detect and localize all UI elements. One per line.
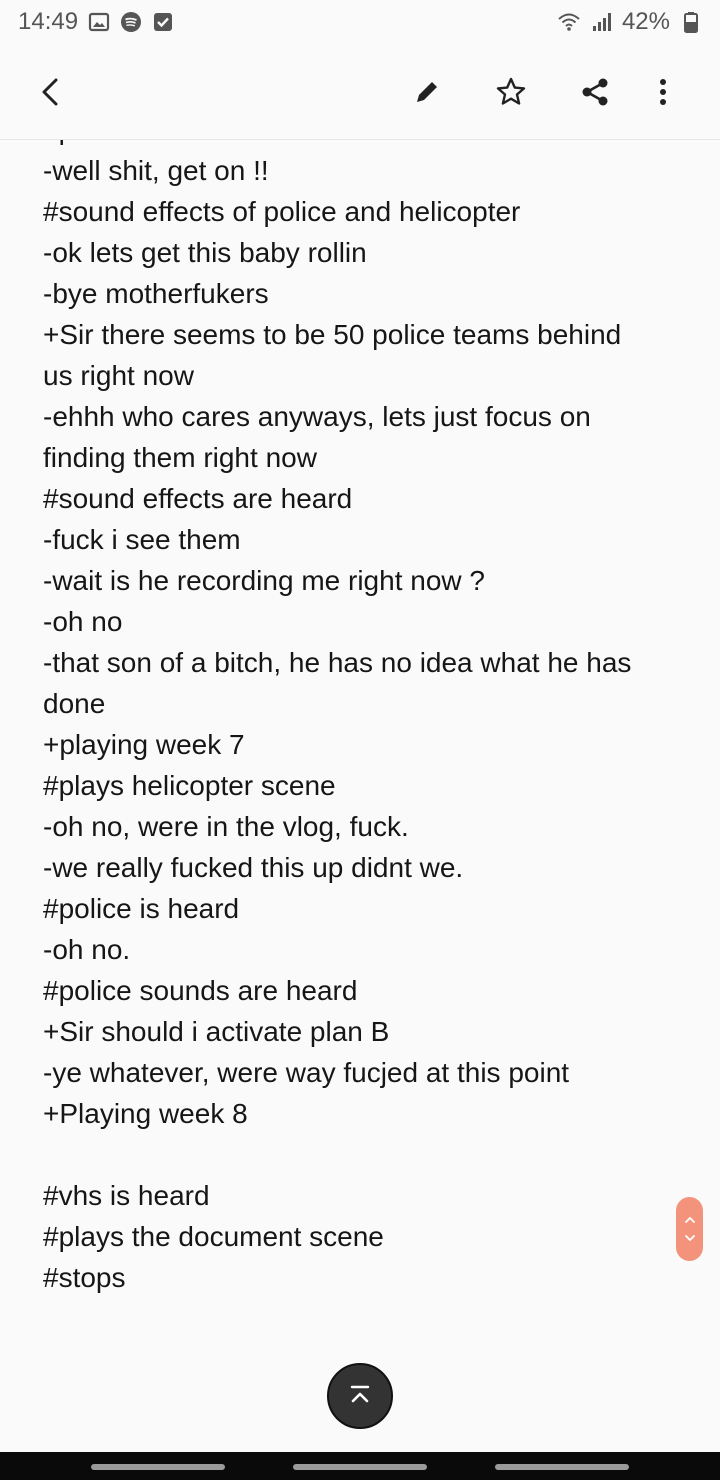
note-line: #police is heard	[43, 893, 240, 924]
note-line: +playing week 7	[43, 729, 245, 760]
chevron-down-icon	[684, 1235, 695, 1242]
spotify-icon	[120, 11, 142, 33]
note-line: -ok lets get this baby rollin	[43, 237, 367, 268]
checkbox-icon	[152, 11, 174, 33]
app-bar	[0, 44, 720, 140]
star-icon	[496, 77, 526, 105]
note-line: +Playing week 8	[43, 1098, 248, 1129]
note-line: -we really fucked this up didnt we.	[43, 852, 464, 883]
nav-home-button[interactable]	[293, 1464, 427, 1470]
fast-scroll-handle[interactable]	[676, 1197, 703, 1261]
scroll-to-top-button[interactable]	[327, 1363, 393, 1429]
note-line: -ye whatever, were way fucjed at this po…	[43, 1057, 570, 1088]
gallery-icon	[88, 11, 110, 33]
note-line: #sound effects are heard	[43, 483, 353, 514]
nav-back-button[interactable]	[495, 1464, 629, 1470]
note-line: #police sounds are heard	[43, 975, 358, 1006]
note-line: #stops	[43, 1262, 126, 1293]
favorite-button[interactable]	[483, 64, 539, 120]
note-line: -ehhh who cares anyways, lets just focus…	[43, 401, 591, 432]
note-line: -well shit, get on !!	[43, 155, 269, 186]
note-line: #plays helicopter scene	[43, 770, 336, 801]
note-line: +Sir should i activate plan B	[43, 1016, 390, 1047]
note-line: #vhs is heard	[43, 1180, 210, 1211]
note-text[interactable]: #police is heard -well shit, get on !! #so…	[43, 140, 683, 1298]
nav-recents-button[interactable]	[91, 1464, 225, 1470]
navigation-bar	[0, 1452, 720, 1480]
share-icon	[582, 78, 608, 105]
more-options-button[interactable]	[635, 64, 691, 120]
edit-button[interactable]	[399, 64, 455, 120]
note-line: -bye motherfukers	[43, 278, 269, 309]
note-line: -that son of a bitch, he has no idea wha…	[43, 647, 632, 678]
scroll-to-top-icon	[350, 1385, 370, 1403]
note-line: -oh no	[43, 606, 123, 637]
edit-pencil-icon	[417, 81, 437, 102]
wifi-icon	[558, 11, 580, 33]
back-icon	[42, 78, 58, 105]
status-bar: 14:49 42%	[0, 0, 720, 44]
back-button[interactable]	[24, 64, 80, 120]
status-time: 14:49	[18, 8, 79, 35]
note-content[interactable]: #police is heard -well shit, get on !! #so…	[0, 140, 720, 1450]
more-vert-icon	[660, 78, 666, 105]
note-line: -oh no.	[43, 934, 131, 965]
note-line: -oh no, were in the vlog, fuck.	[43, 811, 409, 842]
note-line: #sound effects of police and helicopter	[43, 196, 521, 227]
chevron-up-icon	[684, 1216, 695, 1223]
note-line: done	[43, 688, 106, 719]
battery-percent: 42%	[621, 8, 670, 35]
share-button[interactable]	[567, 64, 623, 120]
signal-icon	[590, 11, 612, 33]
note-line: +Sir there seems to be 50 police teams b…	[43, 319, 622, 350]
note-line: -fuck i see them	[43, 524, 241, 555]
note-line: finding them right now	[43, 442, 317, 473]
note-line: #plays the document scene	[43, 1221, 384, 1252]
note-line: us right now	[43, 360, 194, 391]
note-line	[43, 1134, 683, 1175]
battery-icon	[680, 11, 702, 33]
note-line: #police is heard	[43, 140, 683, 150]
note-line: -wait is he recording me right now ?	[43, 565, 485, 596]
